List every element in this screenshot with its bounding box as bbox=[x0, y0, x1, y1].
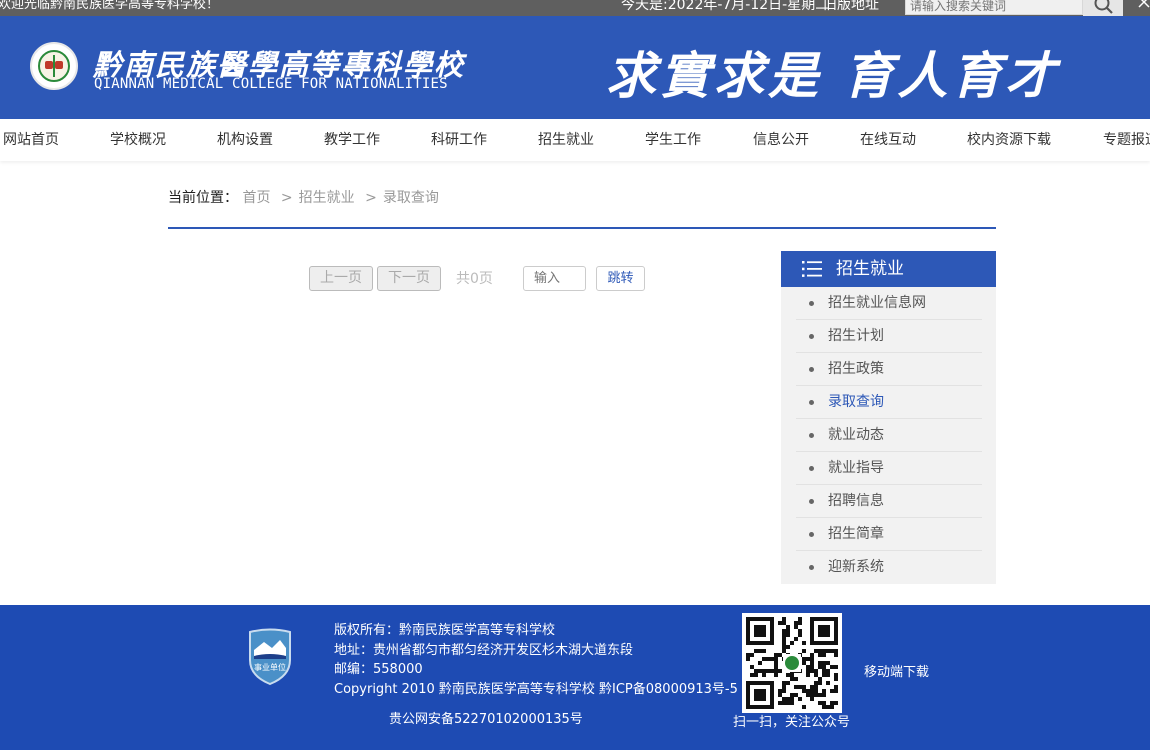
bullet bbox=[809, 499, 814, 504]
close-icon bbox=[1138, 0, 1150, 8]
breadcrumb-separator: > bbox=[365, 190, 377, 206]
bullet bbox=[809, 400, 814, 405]
footer-police-record[interactable]: 贵公网安备52270102000135号 bbox=[389, 712, 583, 728]
nav-item-downloads[interactable]: 校内资源下载 bbox=[967, 131, 1051, 149]
breadcrumb-lead: 当前位置： bbox=[168, 190, 238, 206]
footer-postcode: 邮编：558000 bbox=[334, 662, 423, 677]
list-icon bbox=[802, 261, 822, 277]
close-button[interactable] bbox=[1138, 0, 1150, 12]
footer-copyright: Copyright 2010 黔南民族医学高等专科学校 黔ICP备0800091… bbox=[334, 682, 738, 697]
sidebar-item-label: 招生就业信息网 bbox=[828, 295, 926, 311]
sidebar-item-label: 招生简章 bbox=[828, 526, 884, 542]
sidebar-item-welcome-system[interactable]: 迎新系统 bbox=[796, 551, 982, 584]
school-emblem-logo[interactable] bbox=[30, 42, 78, 90]
bullet bbox=[809, 532, 814, 537]
nav-item-teaching[interactable]: 教学工作 bbox=[324, 131, 380, 149]
welcome-text: 欢迎光临黔南民族医学高等专科学校！ bbox=[0, 0, 220, 12]
search-button[interactable] bbox=[1083, 0, 1123, 16]
badge-text: 事业单位 bbox=[254, 662, 286, 672]
footer-address: 地址：贵州省都匀市都匀经济开发区杉木湖大道东段 bbox=[334, 643, 634, 658]
sidebar-item-admission-query[interactable]: 录取查询 bbox=[796, 386, 982, 419]
bullet bbox=[809, 433, 814, 438]
page-total: 共0页 bbox=[456, 271, 493, 287]
bullet bbox=[809, 301, 814, 306]
jump-button[interactable]: 跳转 bbox=[596, 266, 645, 291]
sidebar-item-label: 招生政策 bbox=[828, 361, 884, 377]
sidebar-header: 招生就业 bbox=[781, 251, 996, 287]
breadcrumb: 当前位置： 首页 > 招生就业 > 录取查询 bbox=[168, 189, 439, 207]
breadcrumb-current[interactable]: 录取查询 bbox=[383, 190, 439, 206]
nav-item-home[interactable]: 网站首页 bbox=[3, 131, 59, 149]
breadcrumb-separator: > bbox=[280, 190, 293, 206]
main-nav: 网站首页 学校概况 机构设置 教学工作 科研工作 招生就业 学生工作 信息公开 … bbox=[0, 119, 1150, 161]
nav-item-about[interactable]: 学校概况 bbox=[110, 131, 166, 149]
old-site-link[interactable]: 旧版地址 bbox=[823, 0, 879, 14]
site-header: 黔南民族醫學高等專科學校 QIANNAN MEDICAL COLLEGE FOR… bbox=[0, 16, 1150, 119]
sidebar-item-recruitment-info[interactable]: 招聘信息 bbox=[796, 485, 982, 518]
wechat-qr-code bbox=[742, 613, 842, 713]
sidebar-item-label: 招生计划 bbox=[828, 328, 884, 344]
nav-item-admissions[interactable]: 招生就业 bbox=[538, 131, 594, 149]
nav-item-special-reports[interactable]: 专题报道 bbox=[1103, 131, 1150, 149]
bullet bbox=[809, 565, 814, 570]
sidebar-item-employment-news[interactable]: 就业动态 bbox=[796, 419, 982, 452]
page-number-input[interactable] bbox=[523, 266, 586, 291]
nav-item-departments[interactable]: 机构设置 bbox=[217, 131, 273, 149]
sidebar-item-label: 录取查询 bbox=[828, 394, 884, 410]
sidebar-item-label: 迎新系统 bbox=[828, 559, 884, 575]
sidebar-item-label: 就业指导 bbox=[828, 460, 884, 476]
sidebar-item-label: 就业动态 bbox=[828, 427, 884, 443]
nav-item-research[interactable]: 科研工作 bbox=[431, 131, 487, 149]
footer-copyright-owner: 版权所有：黔南民族医学高等专科学校 bbox=[334, 623, 556, 638]
nav-item-students[interactable]: 学生工作 bbox=[645, 131, 701, 149]
sidebar-item-employment-guidance[interactable]: 就业指导 bbox=[796, 452, 982, 485]
mobile-download-link[interactable]: 移动端下载 bbox=[864, 665, 929, 681]
sidebar-item-enrollment-policy[interactable]: 招生政策 bbox=[796, 353, 982, 386]
search-icon bbox=[1094, 0, 1113, 14]
sidebar-item-employment-site[interactable]: 招生就业信息网 bbox=[796, 287, 982, 320]
sidebar-menu: 招生就业信息网 招生计划 招生政策 录取查询 就业动态 就业指导 招聘信息 招生… bbox=[781, 287, 996, 584]
breadcrumb-home[interactable]: 首页 bbox=[242, 190, 270, 206]
school-motto: 求實求是 育人育才 bbox=[606, 46, 1060, 105]
site-footer: 事业单位 版权所有：黔南民族医学高等专科学校 地址：贵州省都匀市都匀经济开发区杉… bbox=[0, 605, 1150, 750]
qr-caption: 扫一扫，关注公众号 bbox=[733, 715, 851, 730]
breadcrumb-admissions[interactable]: 招生就业 bbox=[299, 190, 355, 206]
prev-page-button[interactable]: 上一页 bbox=[309, 266, 373, 291]
breadcrumb-divider bbox=[168, 227, 996, 229]
top-bar: 欢迎光临黔南民族医学高等专科学校！ 今天是:2022年-7月-12日-星期二 旧… bbox=[0, 0, 1150, 16]
school-name-en: QIANNAN MEDICAL COLLEGE FOR NATIONALITIE… bbox=[94, 76, 448, 92]
search-input[interactable] bbox=[905, 0, 1083, 15]
bullet bbox=[809, 466, 814, 471]
bullet bbox=[809, 367, 814, 372]
sidebar-item-label: 招聘信息 bbox=[828, 493, 884, 509]
sidebar-title: 招生就业 bbox=[836, 259, 904, 279]
next-page-button[interactable]: 下一页 bbox=[377, 266, 441, 291]
date-text: 今天是:2022年-7月-12日-星期二 bbox=[621, 0, 830, 13]
nav-item-disclosure[interactable]: 信息公开 bbox=[753, 131, 809, 149]
sidebar-item-enrollment-plan[interactable]: 招生计划 bbox=[796, 320, 982, 353]
bullet bbox=[809, 334, 814, 339]
sidebar-item-admission-brochure[interactable]: 招生简章 bbox=[796, 518, 982, 551]
nav-item-interaction[interactable]: 在线互动 bbox=[860, 131, 916, 149]
public-institution-badge-icon[interactable]: 事业单位 bbox=[246, 628, 294, 686]
